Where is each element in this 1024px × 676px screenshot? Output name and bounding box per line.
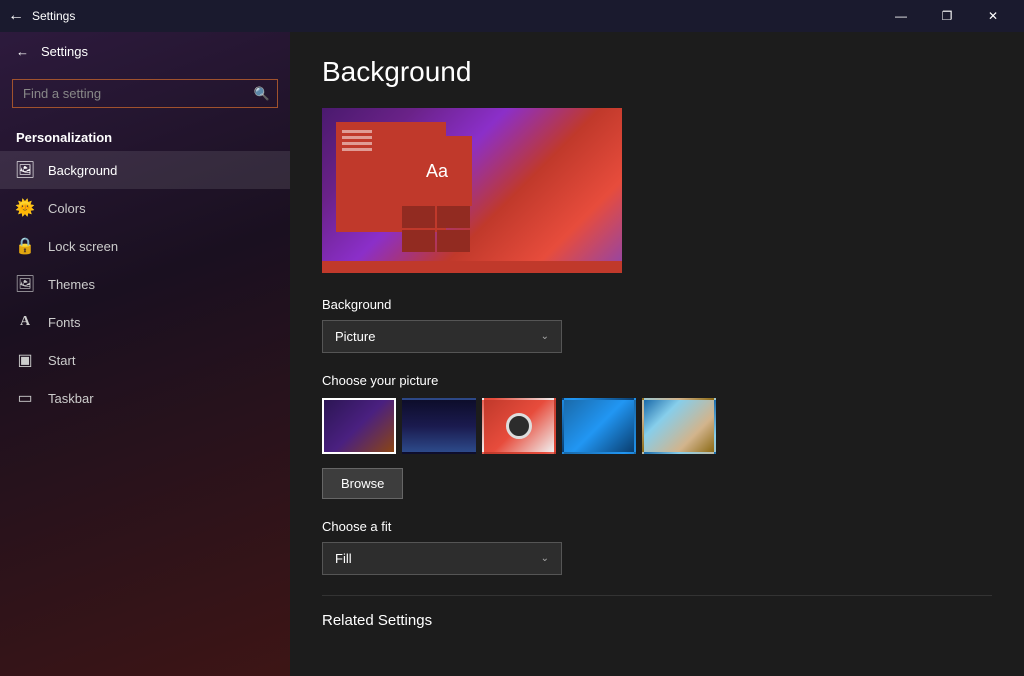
picture-thumb-5[interactable]: [642, 398, 716, 454]
sidebar-item-label-background: Background: [48, 163, 117, 178]
fit-dropdown[interactable]: Fill ⌄: [322, 542, 562, 575]
sidebar-item-label-colors: Colors: [48, 201, 86, 216]
sidebar-item-themes[interactable]: 🖼 Themes: [0, 265, 290, 303]
background-dropdown[interactable]: Picture ⌄: [322, 320, 562, 353]
search-input[interactable]: [12, 79, 278, 108]
sidebar-item-start[interactable]: ▣ Start: [0, 341, 290, 379]
small-tile-2: [437, 206, 470, 228]
background-icon: 🖼: [16, 161, 34, 179]
page-title: Background: [322, 56, 992, 88]
sidebar-item-label-lock: Lock screen: [48, 239, 118, 254]
sidebar: ← Settings 🔍 Personalization 🖼 Backgroun…: [0, 32, 290, 676]
sidebar-item-label-taskbar: Taskbar: [48, 391, 94, 406]
titlebar: ← Settings — ❐ ✕: [0, 0, 1024, 32]
start-icon: ▣: [16, 351, 34, 369]
choose-picture-label: Choose your picture: [322, 373, 992, 388]
preview-line-3: [342, 142, 372, 145]
search-container: 🔍: [12, 79, 278, 108]
sidebar-item-label-start: Start: [48, 353, 75, 368]
preview-line-2: [342, 136, 372, 139]
sidebar-back-button[interactable]: ← Settings: [0, 32, 290, 71]
back-arrow-icon: ←: [16, 44, 29, 59]
sidebar-item-fonts[interactable]: A Fonts: [0, 303, 290, 341]
fit-dropdown-chevron-icon: ⌄: [541, 553, 549, 564]
related-settings-title: Related Settings: [322, 595, 992, 629]
sidebar-item-colors[interactable]: 🌞 Colors: [0, 189, 290, 227]
dropdown-chevron-icon: ⌄: [541, 331, 549, 342]
taskbar-icon: ▭: [16, 389, 34, 407]
lock-icon: 🔒: [16, 237, 34, 255]
fonts-icon: A: [16, 313, 34, 331]
picture-thumb-4[interactable]: [562, 398, 636, 454]
picture-thumb-3[interactable]: [482, 398, 556, 454]
app-title-sidebar: Settings: [41, 44, 88, 59]
colors-icon: 🌞: [16, 199, 34, 217]
sidebar-item-label-themes: Themes: [48, 277, 95, 292]
app-container: ← Settings 🔍 Personalization 🖼 Backgroun…: [0, 32, 1024, 676]
titlebar-left: ← Settings: [8, 7, 75, 25]
fit-dropdown-value: Fill: [335, 551, 352, 566]
picture-row: [322, 398, 992, 454]
choose-fit-label: Choose a fit: [322, 519, 992, 534]
app-title: Settings: [32, 9, 75, 23]
maximize-button[interactable]: ❐: [924, 0, 970, 32]
preview-line-1: [342, 130, 372, 133]
main-content: Background Aa Background: [290, 32, 1024, 676]
themes-icon: 🖼: [16, 275, 34, 293]
sidebar-item-background[interactable]: 🖼 Background: [0, 151, 290, 189]
picture-thumb-2[interactable]: [402, 398, 476, 454]
picture-thumb-1[interactable]: [322, 398, 396, 454]
small-tile-3: [402, 230, 435, 252]
close-button[interactable]: ✕: [970, 0, 1016, 32]
background-dropdown-value: Picture: [335, 329, 375, 344]
browse-button[interactable]: Browse: [322, 468, 403, 499]
sidebar-item-label-fonts: Fonts: [48, 315, 81, 330]
small-tile-1: [402, 206, 435, 228]
minimize-button[interactable]: —: [878, 0, 924, 32]
back-icon[interactable]: ←: [8, 7, 24, 25]
background-preview: Aa: [322, 108, 622, 273]
search-icon: 🔍: [254, 86, 270, 102]
preview-taskbar: [322, 261, 622, 273]
sidebar-item-lock-screen[interactable]: 🔒 Lock screen: [0, 227, 290, 265]
preview-line-4: [342, 148, 372, 151]
section-title: Personalization: [0, 116, 290, 151]
sidebar-item-taskbar[interactable]: ▭ Taskbar: [0, 379, 290, 417]
background-dropdown-label: Background: [322, 297, 992, 312]
preview-tile: Aa: [402, 136, 472, 206]
small-tile-4: [437, 230, 470, 252]
preview-small-tiles: [402, 206, 470, 252]
titlebar-controls: — ❐ ✕: [878, 0, 1016, 32]
